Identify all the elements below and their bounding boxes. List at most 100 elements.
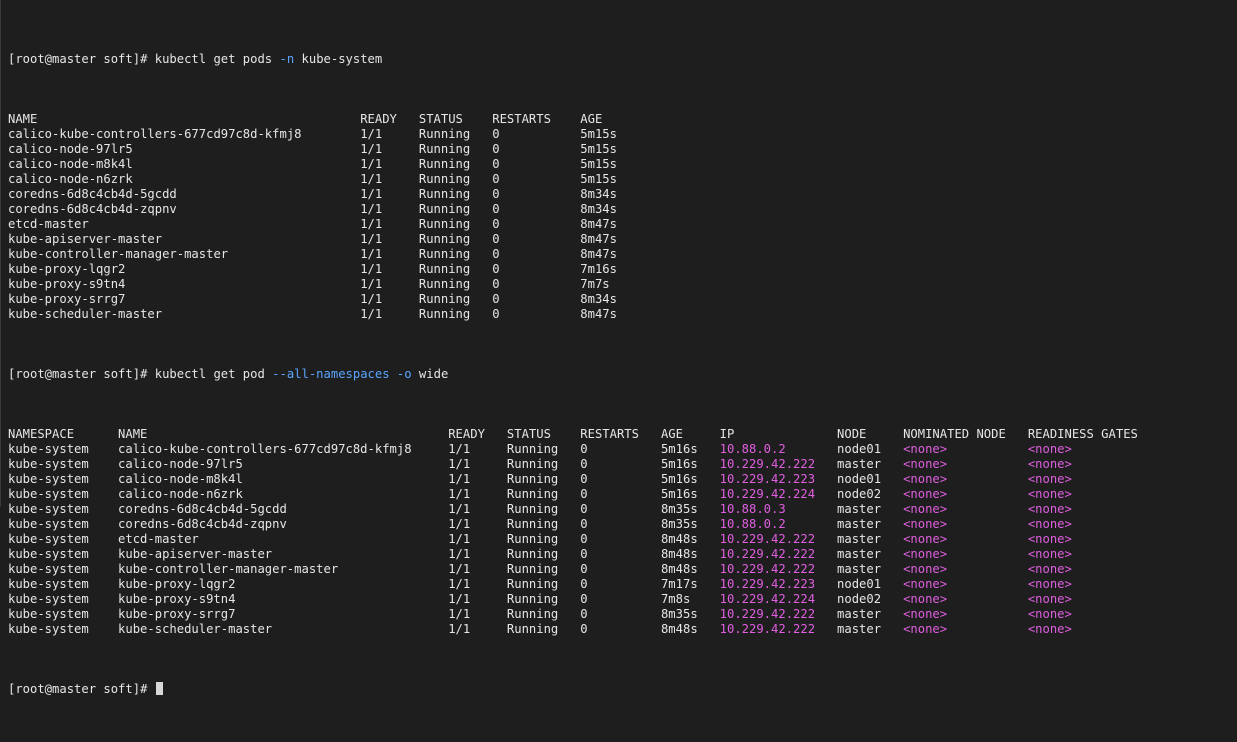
cell-ready: 1/1	[360, 262, 383, 276]
cell-nominated-node: <none>	[903, 472, 948, 486]
cell-ready: 1/1	[360, 292, 383, 306]
cell-nominated-node: <none>	[903, 502, 948, 516]
cell-ready: 1/1	[360, 127, 383, 141]
header-name: NAME	[118, 427, 148, 441]
cell-status: Running	[418, 217, 471, 231]
command-flag-namespace: -n	[279, 52, 295, 66]
cell-nominated-node: <none>	[903, 547, 948, 561]
cell-status: Running	[506, 562, 559, 576]
cell-readiness-gates: <none>	[1027, 502, 1072, 516]
command-text: kubectl get pods	[154, 52, 280, 66]
cell-age: 8m34s	[580, 187, 617, 201]
cell-name: coredns-6d8c4cb4d-zqpnv	[8, 202, 177, 216]
cell-nominated-node: <none>	[903, 607, 948, 621]
cell-ip: 10.88.0.2	[719, 442, 786, 456]
cell-name: calico-node-m8k4l	[8, 157, 133, 171]
table-row: kube-system calico-node-97lr5 1/1 Running 0 5…	[8, 457, 1145, 472]
cell-status: Running	[506, 442, 559, 456]
header-ready: READY	[360, 112, 397, 126]
cell-ready: 1/1	[448, 592, 471, 606]
cell-ready: 1/1	[448, 532, 471, 546]
cell-nominated-node: <none>	[903, 622, 948, 636]
cell-ready: 1/1	[448, 502, 471, 516]
cell-name: kube-proxy-lqgr2	[8, 262, 126, 276]
cell-age: 5m16s	[660, 442, 698, 456]
cell-age: 5m15s	[580, 142, 617, 156]
cell-restarts: 0	[580, 592, 588, 606]
table-row: kube-proxy-s9tn4 1/1 Running 0 7m7s	[8, 277, 1145, 292]
cell-name: coredns-6d8c4cb4d-zqpnv	[118, 517, 287, 531]
cell-status: Running	[418, 172, 471, 186]
terminal-window[interactable]: [root@master soft]# kubectl get pods -n …	[0, 0, 1237, 696]
cell-node: node02	[837, 592, 882, 606]
cell-restarts: 0	[580, 577, 588, 591]
cell-name: etcd-master	[118, 532, 199, 546]
cell-age: 8m34s	[580, 292, 617, 306]
cell-age: 5m15s	[580, 157, 617, 171]
table-row: kube-system calico-node-n6zrk 1/1 Running 0 5…	[8, 487, 1145, 502]
cell-status: Running	[418, 307, 471, 321]
table-row: etcd-master 1/1 Running 0 8m47s	[8, 217, 1145, 232]
cell-name: kube-controller-manager-master	[8, 247, 229, 261]
cell-ip: 10.88.0.2	[719, 517, 786, 531]
cell-ready: 1/1	[448, 472, 471, 486]
cell-restarts: 0	[492, 157, 500, 171]
cell-readiness-gates: <none>	[1027, 622, 1072, 636]
cell-ready: 1/1	[448, 577, 471, 591]
header-namespace: NAMESPACE	[8, 427, 75, 441]
table-row: kube-system kube-proxy-s9tn4 1/1 Running 0 7m…	[8, 592, 1145, 607]
text-cursor[interactable]	[155, 682, 163, 695]
cell-name: calico-node-m8k4l	[118, 472, 243, 486]
cell-restarts: 0	[492, 247, 500, 261]
cell-status: Running	[418, 262, 471, 276]
cell-readiness-gates: <none>	[1027, 487, 1072, 501]
cell-age: 5m16s	[660, 472, 698, 486]
cell-name: kube-apiserver-master	[8, 232, 163, 246]
cell-node: node02	[837, 487, 882, 501]
cell-status: Running	[418, 142, 471, 156]
table-row: calico-node-m8k4l 1/1 Running 0 5m15s	[8, 157, 1145, 172]
cell-nominated-node: <none>	[903, 442, 948, 456]
header-status: STATUS	[418, 112, 463, 126]
cell-status: Running	[506, 622, 559, 636]
cell-readiness-gates: <none>	[1027, 562, 1072, 576]
cell-ready: 1/1	[448, 622, 471, 636]
cell-ready: 1/1	[360, 157, 383, 171]
table-row: kube-system coredns-6d8c4cb4d-5gcdd 1/1 Run…	[8, 502, 1145, 517]
cell-node: node01	[837, 577, 882, 591]
cell-restarts: 0	[492, 202, 500, 216]
cell-name: coredns-6d8c4cb4d-5gcdd	[118, 502, 287, 516]
cell-readiness-gates: <none>	[1027, 472, 1072, 486]
cell-restarts: 0	[492, 277, 500, 291]
header-ready: READY	[448, 427, 485, 441]
cell-status: Running	[506, 547, 559, 561]
command-line-2: [root@master soft]# kubectl get pod --al…	[8, 367, 1145, 382]
cell-nominated-node: <none>	[903, 562, 948, 576]
cell-restarts: 0	[492, 172, 500, 186]
header-node: NODE	[837, 427, 867, 441]
cell-ip: 10.229.42.222	[719, 457, 816, 471]
cell-restarts: 0	[580, 457, 588, 471]
cell-name: kube-proxy-srrg7	[8, 292, 126, 306]
cell-node: master	[837, 457, 882, 471]
cell-ip: 10.229.42.223	[719, 472, 816, 486]
cell-age: 7m8s	[660, 592, 691, 606]
cell-ready: 1/1	[448, 517, 471, 531]
command-line-3[interactable]: [root@master soft]#	[8, 682, 1145, 697]
cell-name: calico-node-97lr5	[8, 142, 133, 156]
cell-age: 8m47s	[580, 247, 617, 261]
cell-ready: 1/1	[448, 457, 471, 471]
cell-name: calico-kube-controllers-677cd97c8d-kfmj8	[118, 442, 412, 456]
cell-readiness-gates: <none>	[1027, 457, 1072, 471]
cell-status: Running	[506, 457, 559, 471]
cell-nominated-node: <none>	[903, 577, 948, 591]
cell-readiness-gates: <none>	[1027, 592, 1072, 606]
command-space	[390, 367, 397, 381]
cell-restarts: 0	[580, 442, 588, 456]
cell-restarts: 0	[492, 127, 500, 141]
cell-age: 8m35s	[660, 502, 698, 516]
table-row: coredns-6d8c4cb4d-5gcdd 1/1 Running 0 8m34s	[8, 187, 1145, 202]
table-header: NAMESPACE NAME READY STATUS RESTARTS AGE IP NOD…	[8, 427, 1145, 442]
terminal-output: [root@master soft]# kubectl get pods -n …	[8, 7, 1145, 742]
prompt: [root@master soft]#	[8, 52, 155, 66]
